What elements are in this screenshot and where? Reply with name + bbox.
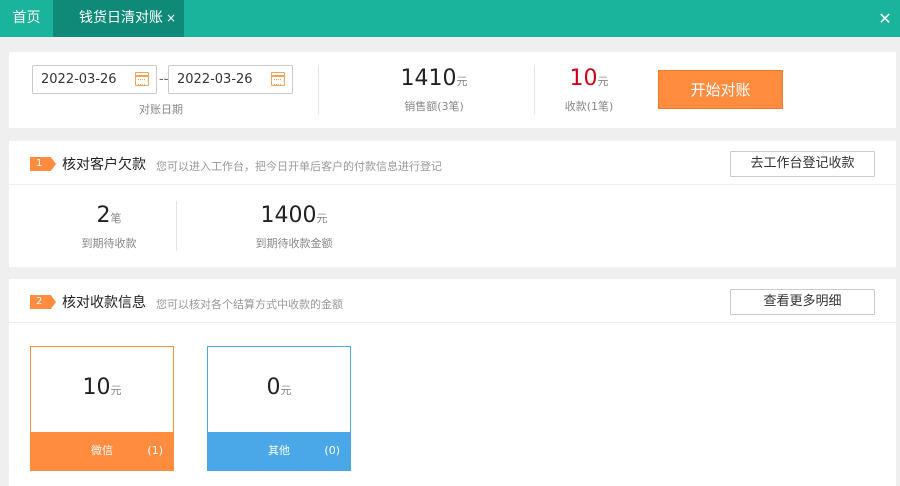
receipts-unit: 元 bbox=[597, 75, 609, 88]
go-workbench-button[interactable]: 去工作台登记收款 bbox=[730, 151, 875, 177]
payment-amount-unit: 元 bbox=[280, 384, 292, 397]
divider bbox=[318, 66, 319, 114]
tab-reconciliation[interactable]: 钱货日清对账 × bbox=[53, 0, 184, 37]
payment-card-other[interactable]: 0元 其他 (0) bbox=[207, 346, 351, 471]
more-details-button[interactable]: 查看更多明细 bbox=[730, 289, 875, 315]
receipts-caption: 收款(1笔) bbox=[564, 100, 614, 113]
summary-card: 2022-03-26 -- 2022-03-26 对账日期 1410元 销售额(… bbox=[9, 52, 896, 128]
receipts-stat: 10元 收款(1笔) bbox=[549, 66, 629, 114]
tab-reconciliation-label: 钱货日清对账 bbox=[79, 10, 163, 26]
payment-card-wechat[interactable]: 10元 微信 (1) bbox=[30, 346, 174, 471]
customer-debt-section: 1 核对客户欠款 您可以进入工作台，把今日开单后客户的付款信息进行登记 去工作台… bbox=[9, 141, 896, 267]
end-date-input[interactable]: 2022-03-26 bbox=[168, 65, 293, 94]
due-amount-caption: 到期待收款金额 bbox=[255, 237, 333, 250]
due-amount-stat: 1400元 到期待收款金额 bbox=[224, 203, 364, 251]
payment-info-section: 2 核对收款信息 您可以核对各个结算方式中收款的金额 查看更多明细 10元 微信… bbox=[9, 279, 896, 486]
section-header: 2 核对收款信息 您可以核对各个结算方式中收款的金额 查看更多明细 bbox=[9, 279, 896, 323]
payment-amount: 0元 bbox=[208, 375, 350, 400]
start-date-input[interactable]: 2022-03-26 bbox=[32, 65, 157, 94]
payment-amount-value: 0 bbox=[266, 375, 281, 400]
start-date-value: 2022-03-26 bbox=[41, 72, 117, 87]
payment-footer: 微信 (1) bbox=[31, 432, 173, 470]
due-amount: 1400 bbox=[260, 203, 317, 228]
section-desc: 您可以进入工作台，把今日开单后客户的付款信息进行登记 bbox=[156, 160, 442, 173]
date-caption: 对账日期 bbox=[139, 103, 183, 116]
payment-amount: 10元 bbox=[31, 375, 173, 400]
payment-amount-value: 10 bbox=[82, 375, 111, 400]
sales-stat: 1410元 销售额(3笔) bbox=[374, 66, 494, 114]
due-amount-unit: 元 bbox=[316, 212, 328, 225]
section-header: 1 核对客户欠款 您可以进入工作台，把今日开单后客户的付款信息进行登记 去工作台… bbox=[9, 141, 896, 185]
section-desc: 您可以核对各个结算方式中收款的金额 bbox=[156, 298, 343, 311]
step-badge: 1 bbox=[30, 157, 56, 171]
tab-close-icon[interactable]: × bbox=[166, 0, 176, 37]
close-icon[interactable]: ✕ bbox=[870, 0, 900, 37]
section-title: 核对客户欠款 bbox=[62, 157, 146, 173]
sales-amount: 1410 bbox=[400, 66, 457, 91]
calendar-icon[interactable] bbox=[135, 72, 149, 86]
tab-home[interactable]: 首页 bbox=[0, 0, 53, 37]
payment-amount-unit: 元 bbox=[110, 384, 122, 397]
top-tab-bar: 首页 钱货日清对账 × ✕ bbox=[0, 0, 900, 37]
due-count-unit: 笔 bbox=[110, 212, 122, 225]
due-count-caption: 到期待收款 bbox=[81, 237, 137, 250]
step-badge: 2 bbox=[30, 295, 56, 309]
date-separator: -- bbox=[159, 72, 169, 87]
payment-count: (1) bbox=[147, 444, 163, 457]
divider bbox=[534, 66, 535, 114]
end-date-value: 2022-03-26 bbox=[177, 72, 253, 87]
payment-count: (0) bbox=[324, 444, 340, 457]
receipts-amount: 10 bbox=[569, 66, 598, 91]
section-title: 核对收款信息 bbox=[62, 295, 146, 311]
sales-unit: 元 bbox=[456, 75, 468, 88]
divider bbox=[176, 201, 177, 251]
due-count-stat: 2笔 到期待收款 bbox=[49, 203, 169, 251]
payment-footer: 其他 (0) bbox=[208, 432, 350, 470]
sales-caption: 销售额(3笔) bbox=[404, 100, 464, 113]
calendar-icon[interactable] bbox=[271, 72, 285, 86]
due-count: 2 bbox=[96, 203, 111, 228]
start-reconcile-button[interactable]: 开始对账 bbox=[658, 70, 783, 109]
